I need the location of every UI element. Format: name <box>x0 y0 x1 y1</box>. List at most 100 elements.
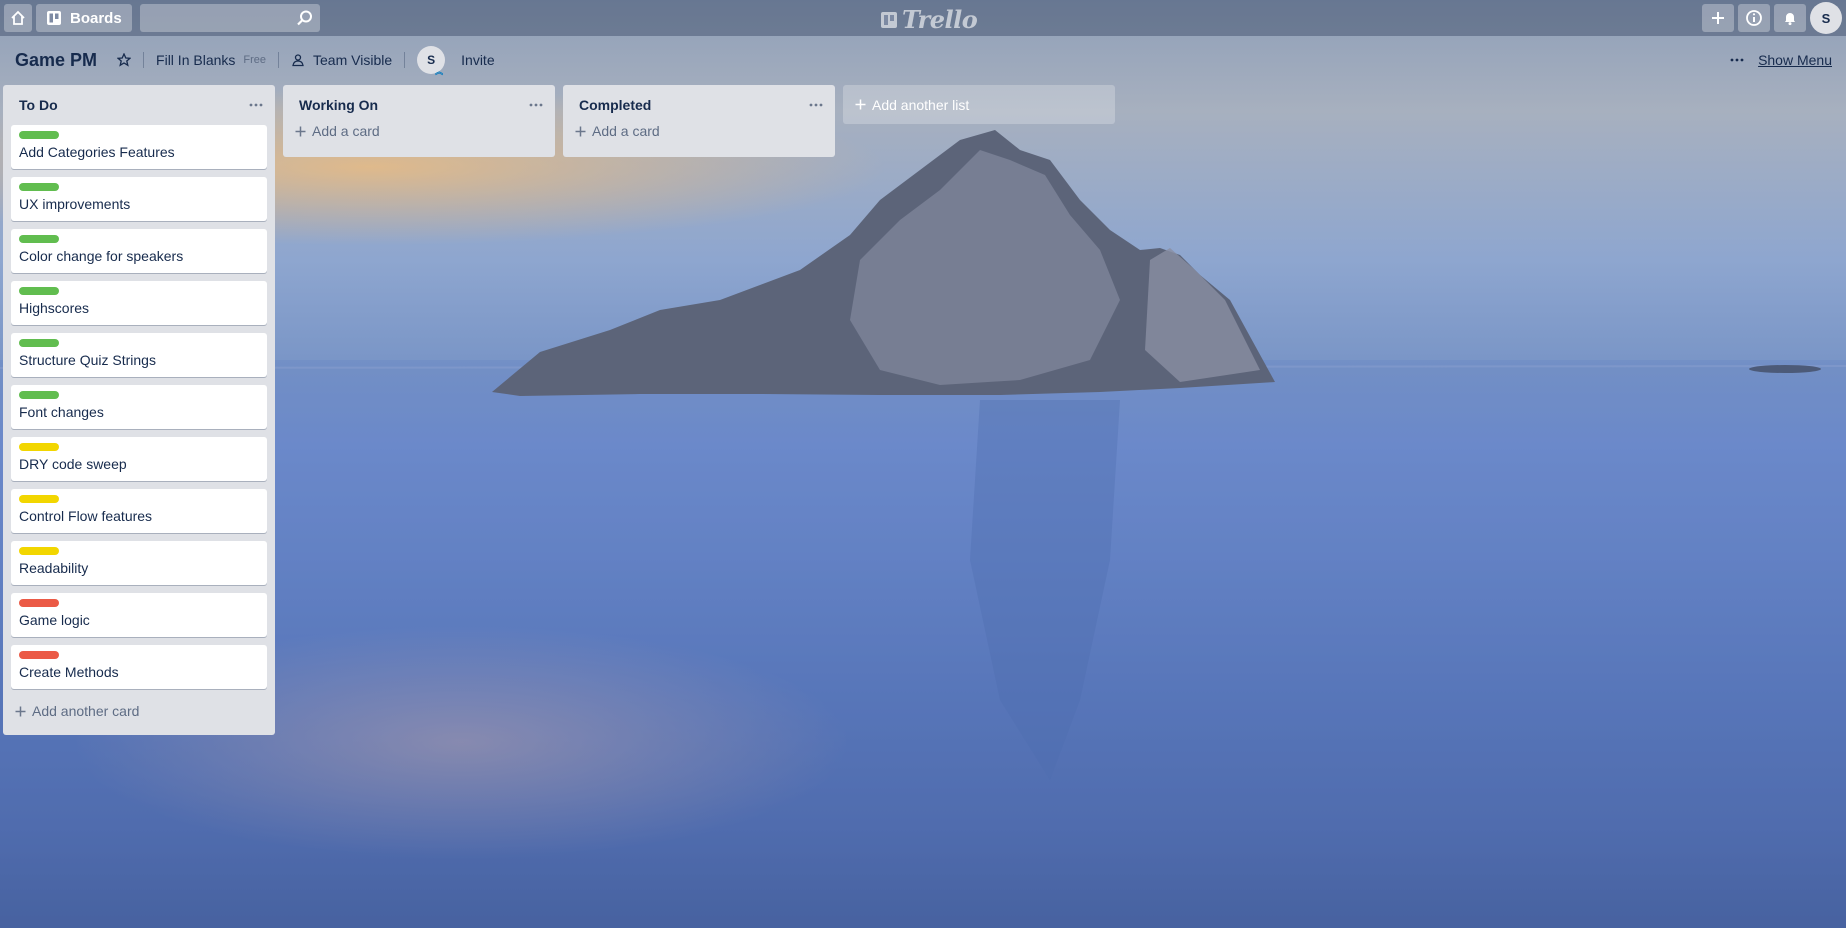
list-title[interactable]: To Do <box>19 97 58 113</box>
card-label-yellow <box>19 443 59 451</box>
more-icon <box>249 103 263 107</box>
card-label-red <box>19 599 59 607</box>
card[interactable]: Color change for speakers <box>11 229 267 273</box>
card[interactable]: Readability <box>11 541 267 585</box>
board-header: Game PM Fill In Blanks Free Team Visible… <box>0 44 1846 76</box>
list-menu-button[interactable] <box>249 103 263 107</box>
team-icon <box>292 54 304 67</box>
card[interactable]: Create Methods <box>11 645 267 689</box>
add-card-label: Add another card <box>32 703 140 719</box>
card[interactable]: DRY code sweep <box>11 437 267 481</box>
list-title[interactable]: Completed <box>579 97 651 113</box>
divider <box>404 52 406 68</box>
card-label-green <box>19 235 59 243</box>
card-label-green <box>19 391 59 399</box>
card-title: Readability <box>19 560 89 576</box>
add-card-button[interactable]: Add a card <box>291 123 547 149</box>
list-menu-button[interactable] <box>809 103 823 107</box>
more-icon <box>809 103 823 107</box>
add-list-button[interactable]: Add another list <box>843 85 1115 124</box>
list-menu-button[interactable] <box>529 103 543 107</box>
boards-icon <box>47 11 61 25</box>
visibility-button[interactable]: Team Visible <box>291 52 392 68</box>
board-title[interactable]: Game PM <box>15 50 97 71</box>
card[interactable]: Add Categories Features <box>11 125 267 169</box>
more-icon <box>1730 58 1744 62</box>
list-header[interactable]: Working On <box>291 85 547 125</box>
card-label-yellow <box>19 495 59 503</box>
card[interactable]: Highscores <box>11 281 267 325</box>
user-avatar[interactable]: S <box>1810 2 1842 34</box>
trello-logo[interactable]: Trello <box>880 5 978 34</box>
admin-chevron-icon: ︽ <box>435 67 444 76</box>
visibility-label: Team Visible <box>313 52 393 68</box>
member-avatar[interactable]: S ︽ <box>417 46 446 76</box>
card-label-green <box>19 339 59 347</box>
card-label-yellow <box>19 547 59 555</box>
card-title: Color change for speakers <box>19 248 184 264</box>
list-todo: To Do Add Categories Features UX improve… <box>3 85 275 735</box>
user-initial: S <box>1821 10 1831 26</box>
card-title: Highscores <box>19 300 90 316</box>
card-title: Game logic <box>19 612 90 628</box>
plan-badge: Free <box>243 54 267 66</box>
list-working-on: Working On Add a card <box>283 85 555 157</box>
add-list-label: Add another list <box>872 96 970 113</box>
star-button[interactable] <box>117 53 132 67</box>
list-completed: Completed Add a card <box>563 85 835 157</box>
team-name: Fill In Blanks <box>156 52 236 68</box>
card[interactable]: Font changes <box>11 385 267 429</box>
trello-logo-icon <box>881 11 897 28</box>
card-title: Create Methods <box>19 664 119 680</box>
team-button[interactable]: Fill In Blanks Free <box>156 52 266 68</box>
add-card-button[interactable]: Add another card <box>11 697 267 727</box>
plus-icon <box>295 126 306 136</box>
card[interactable]: Control Flow features <box>11 489 267 533</box>
card-title: Control Flow features <box>19 508 153 524</box>
card[interactable]: Structure Quiz Strings <box>11 333 267 377</box>
top-header: Boards Trello S <box>0 0 1846 36</box>
divider <box>143 52 145 68</box>
search-input[interactable] <box>139 4 320 32</box>
plus-icon <box>855 99 866 110</box>
star-icon <box>117 53 132 67</box>
add-card-button[interactable]: Add a card <box>571 123 827 149</box>
list-header[interactable]: To Do <box>11 85 267 125</box>
member-initial: S <box>427 53 436 67</box>
plus-icon <box>15 706 26 716</box>
card-title: DRY code sweep <box>19 456 127 472</box>
boards-button[interactable]: Boards <box>36 4 132 32</box>
create-button[interactable] <box>1702 4 1734 32</box>
card-title: Structure Quiz Strings <box>19 352 156 368</box>
card-label-red <box>19 651 59 659</box>
lists-container: To Do Add Categories Features UX improve… <box>3 85 1115 735</box>
add-card-label: Add a card <box>592 123 660 139</box>
notifications-button[interactable] <box>1774 4 1806 32</box>
home-button[interactable] <box>4 4 32 32</box>
list-title[interactable]: Working On <box>299 97 378 113</box>
plus-icon <box>1712 12 1724 24</box>
card-label-green <box>19 131 59 139</box>
card[interactable]: Game logic <box>11 593 267 637</box>
logo-text: Trello <box>902 5 978 34</box>
card-label-green <box>19 287 59 295</box>
list-header[interactable]: Completed <box>571 85 827 125</box>
search-icon[interactable] <box>296 9 314 27</box>
card-title: Font changes <box>19 404 104 420</box>
info-icon <box>1746 10 1762 26</box>
invite-button[interactable]: Invite <box>461 52 494 68</box>
card-list: Add Categories Features UX improvements … <box>11 125 267 689</box>
show-menu-label: Show Menu <box>1758 52 1832 68</box>
info-button[interactable] <box>1738 4 1770 32</box>
show-menu-button[interactable]: Show Menu <box>1730 52 1832 68</box>
more-icon <box>529 103 543 107</box>
card-title: Add Categories Features <box>19 144 175 160</box>
divider <box>278 52 280 68</box>
card-label-green <box>19 183 59 191</box>
card[interactable]: UX improvements <box>11 177 267 221</box>
add-card-label: Add a card <box>312 123 380 139</box>
boards-label: Boards <box>70 9 122 27</box>
search-box[interactable] <box>139 4 320 32</box>
bell-icon <box>1785 13 1795 26</box>
home-icon <box>11 10 25 25</box>
